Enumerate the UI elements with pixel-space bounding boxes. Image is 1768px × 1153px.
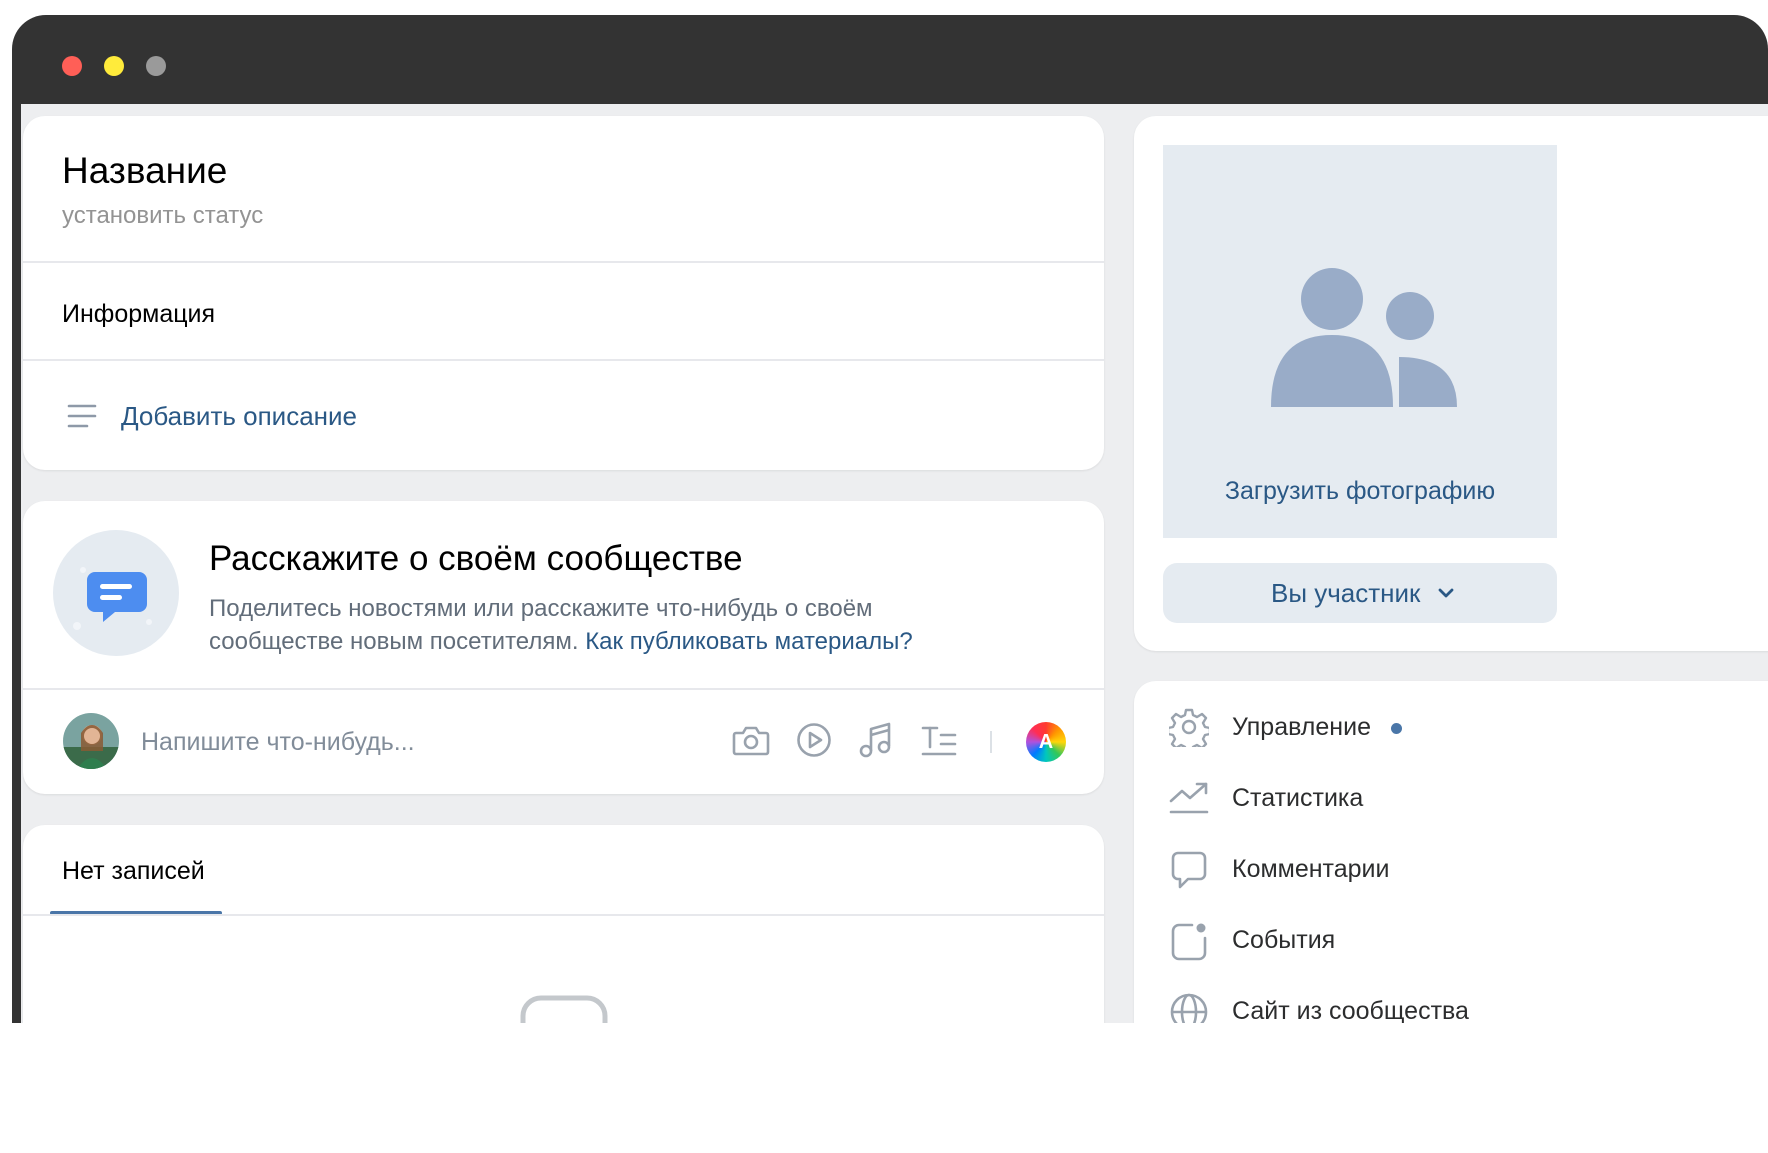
- globe-icon: [1170, 993, 1208, 1023]
- community-title: Название: [62, 150, 228, 191]
- notification-dot: [1391, 723, 1402, 734]
- user-avatar[interactable]: [63, 713, 119, 769]
- how-to-publish-link[interactable]: Как публиковать материалы?: [585, 628, 913, 655]
- divider: [23, 261, 1104, 263]
- maximize-window-button[interactable]: [146, 56, 166, 76]
- photo-placeholder[interactable]: Загрузить фотографию: [1163, 145, 1557, 538]
- community-menu-card: Управление Статистика Комментарии Событи…: [1134, 681, 1768, 1023]
- video-icon[interactable]: [796, 722, 832, 758]
- promo-text-line2-text: сообществе новым посетителям.: [209, 628, 579, 655]
- chat-bubble-illustration-icon: [53, 530, 179, 656]
- menu-label-events: События: [1232, 926, 1336, 954]
- author-switcher[interactable]: A: [1026, 722, 1066, 762]
- minimize-window-button[interactable]: [104, 56, 124, 76]
- page-content: Название установить статус Информация До…: [21, 104, 1768, 1023]
- post-composer-input[interactable]: Напишите что-нибудь...: [141, 728, 415, 757]
- music-icon[interactable]: [859, 721, 893, 759]
- comment-icon: [1171, 851, 1207, 889]
- close-window-button[interactable]: [62, 56, 82, 76]
- community-silhouette-icon: [1271, 268, 1457, 407]
- upload-photo-link[interactable]: Загрузить фотографию: [1163, 477, 1557, 506]
- posts-card: Нет записей: [23, 825, 1104, 1023]
- community-info-card: Название установить статус Информация До…: [23, 116, 1104, 470]
- menu-label-website: Сайт из сообщества: [1232, 997, 1469, 1023]
- chevron-down-icon: [1438, 588, 1454, 598]
- chart-icon: [1169, 782, 1209, 814]
- community-photo-card: Загрузить фотографию Вы участник: [1134, 116, 1768, 651]
- menu-label-manage: Управление: [1232, 713, 1371, 741]
- article-icon[interactable]: [921, 725, 957, 757]
- add-description-link[interactable]: Добавить описание: [121, 401, 357, 432]
- info-heading: Информация: [62, 300, 216, 328]
- promo-text-line1: Поделитесь новостями или расскажите что-…: [209, 595, 873, 622]
- camera-icon[interactable]: [732, 723, 770, 757]
- menu-label-comments: Комментарии: [1232, 855, 1390, 883]
- events-icon: [1171, 923, 1207, 961]
- divider: [23, 688, 1104, 690]
- gear-icon: [1169, 708, 1209, 747]
- divider: [23, 359, 1104, 361]
- browser-window: Название установить статус Информация До…: [12, 15, 1768, 1023]
- empty-posts-icon: [520, 995, 608, 1023]
- tab-no-posts[interactable]: Нет записей: [62, 857, 205, 886]
- description-lines-icon: [67, 404, 97, 428]
- promo-text-line2: сообществе новым посетителям. Как публик…: [209, 628, 913, 656]
- member-button[interactable]: Вы участник: [1163, 563, 1557, 623]
- title-bar: [12, 15, 1768, 104]
- promo-composer-card: Расскажите о своём сообществе Поделитесь…: [23, 501, 1104, 794]
- menu-label-statistics: Статистика: [1232, 784, 1364, 812]
- set-status-link[interactable]: установить статус: [62, 202, 263, 230]
- divider: [23, 914, 1104, 916]
- toolbar-separator: [990, 731, 992, 753]
- member-button-label: Вы участник: [1271, 578, 1421, 608]
- promo-title: Расскажите о своём сообществе: [209, 539, 743, 578]
- author-badge-label: A: [1038, 731, 1054, 753]
